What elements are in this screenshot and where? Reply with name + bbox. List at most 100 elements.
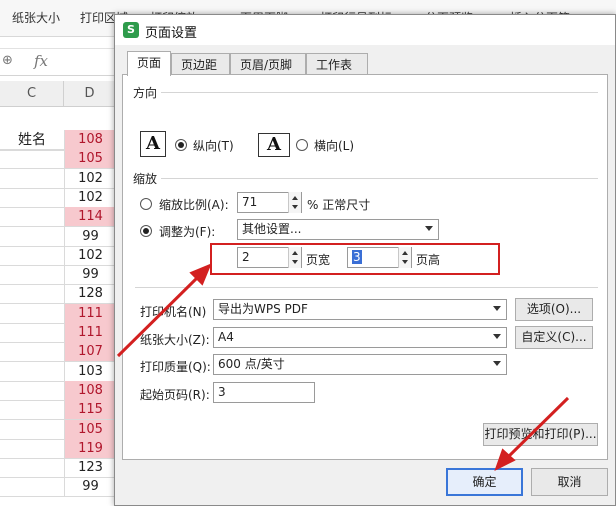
scale-ratio-suffix: % 正常尺寸 [307, 198, 371, 212]
scale-ratio-spinner[interactable] [288, 192, 301, 213]
scaling-group-label: 缩放 [133, 170, 162, 187]
chinese-score-cell[interactable]: 107 [64, 342, 116, 362]
name-cell[interactable] [0, 400, 64, 419]
table-row: 107 [0, 342, 116, 363]
column-header-c[interactable]: C [0, 81, 64, 106]
chinese-score-cell[interactable]: 108 [64, 380, 116, 400]
ribbon-paper-size[interactable]: 纸张大小 [12, 9, 60, 26]
dialog-title: 页面设置 [145, 26, 198, 41]
print-quality-dropdown[interactable]: 600 点/英寸 [213, 354, 507, 375]
print-quality-chevron-down-icon[interactable] [493, 361, 501, 366]
scale-ratio-radio[interactable] [140, 198, 152, 210]
table-row: 123 [0, 458, 116, 479]
printer-dropdown-value: 导出为WPS PDF [218, 302, 308, 316]
tab-worksheet[interactable]: 工作表 [306, 53, 368, 75]
name-cell[interactable] [0, 188, 64, 207]
scale-ratio-label[interactable]: 缩放比例(A): [159, 196, 229, 213]
wps-app-icon: S [123, 22, 139, 38]
name-cell[interactable] [0, 323, 64, 342]
chinese-score-cell[interactable]: 99 [64, 265, 116, 285]
zoom-search-icon[interactable]: ⊕ [2, 53, 13, 68]
name-cell[interactable] [0, 477, 64, 496]
name-cell[interactable] [0, 246, 64, 265]
table-row: 108 [0, 130, 116, 150]
chinese-score-cell[interactable]: 99 [64, 226, 116, 246]
fx-icon[interactable]: fx [34, 52, 48, 70]
table-row: 114 [0, 207, 116, 228]
name-cell[interactable] [0, 439, 64, 458]
chinese-score-cell[interactable]: 105 [64, 149, 116, 169]
chinese-score-cell[interactable]: 102 [64, 168, 116, 188]
first-page-input[interactable]: 3 [213, 382, 315, 403]
table-row: 115 [0, 400, 116, 421]
chinese-score-cell[interactable]: 111 [64, 323, 116, 342]
name-cell[interactable] [0, 169, 64, 188]
separator-line [135, 287, 598, 288]
table-row: 119 [0, 438, 116, 459]
column-header-d[interactable]: D [64, 81, 116, 106]
table-row: 105 [0, 419, 116, 440]
chinese-score-cell[interactable]: 128 [64, 284, 116, 304]
table-row: 102 [0, 245, 116, 266]
custom-size-button[interactable]: 自定义(C)... [515, 326, 593, 349]
landscape-radio[interactable] [296, 139, 308, 151]
table-row: 102 [0, 168, 116, 189]
paper-size-chevron-down-icon[interactable] [493, 334, 501, 339]
fit-to-label[interactable]: 调整为(F): [159, 223, 215, 240]
name-cell[interactable] [0, 130, 64, 149]
chinese-score-cell[interactable]: 115 [64, 400, 116, 420]
chinese-score-cell[interactable]: 105 [64, 419, 116, 439]
table-row: 111 [0, 323, 116, 343]
landscape-label[interactable]: 横向(L) [314, 137, 354, 154]
chinese-score-cell[interactable]: 114 [64, 207, 116, 227]
name-cell[interactable] [0, 420, 64, 439]
portrait-icon: A [140, 131, 166, 157]
first-page-label: 起始页码(R): [140, 388, 210, 402]
chinese-score-cell[interactable]: 119 [64, 438, 116, 458]
name-cell[interactable] [0, 227, 64, 246]
table-row: 128 [0, 284, 116, 305]
tab-header-footer[interactable]: 页眉/页脚 [230, 53, 306, 75]
cancel-button[interactable]: 取消 [531, 468, 608, 496]
chinese-score-cell[interactable]: 123 [64, 458, 116, 478]
table-row: 99 [0, 477, 116, 498]
printer-label: 打印机名(N) [140, 305, 207, 319]
fit-to-radio[interactable] [140, 225, 152, 237]
paper-size-value: A4 [218, 330, 234, 344]
chinese-score-cell[interactable]: 111 [64, 303, 116, 323]
name-cell[interactable] [0, 265, 64, 284]
print-quality-value: 600 点/英寸 [218, 357, 285, 371]
chinese-score-cell[interactable]: 102 [64, 245, 116, 265]
name-cell[interactable] [0, 207, 64, 226]
tab-margins[interactable]: 页边距 [171, 53, 230, 75]
chinese-score-cell[interactable]: 102 [64, 187, 116, 207]
name-cell[interactable] [0, 342, 64, 361]
tab-page[interactable]: 页面 [127, 51, 171, 76]
portrait-radio[interactable] [175, 139, 187, 151]
portrait-label[interactable]: 纵向(T) [193, 137, 234, 154]
name-cell[interactable] [0, 149, 64, 168]
ok-button[interactable]: 确定 [446, 468, 523, 496]
orientation-group-line [158, 92, 598, 93]
options-button[interactable]: 选项(O)... [515, 298, 593, 321]
name-cell[interactable] [0, 362, 64, 381]
name-cell[interactable] [0, 458, 64, 477]
fit-to-dropdown[interactable]: 其他设置... [237, 219, 439, 240]
print-preview-button[interactable]: 打印预览和打印(P)... [483, 423, 598, 446]
name-cell[interactable] [0, 381, 64, 400]
table-row: 103 [0, 361, 116, 382]
chinese-score-cell[interactable]: 108 [64, 130, 116, 149]
chinese-score-cell[interactable]: 99 [64, 477, 116, 497]
fit-to-dropdown-value: 其他设置... [242, 222, 302, 236]
chinese-score-cell[interactable]: 103 [64, 361, 116, 381]
printer-dropdown[interactable]: 导出为WPS PDF [213, 299, 507, 320]
name-cell[interactable] [0, 284, 64, 303]
dialog-titlebar: S 页面设置 [115, 15, 615, 45]
paper-size-dropdown[interactable]: A4 [213, 327, 507, 348]
fit-to-chevron-down-icon[interactable] [425, 226, 433, 231]
printer-chevron-down-icon[interactable] [493, 306, 501, 311]
table-row: 111 [0, 303, 116, 324]
scaling-group-line [158, 178, 598, 179]
name-cell[interactable] [0, 304, 64, 323]
table-row: 102 [0, 187, 116, 208]
